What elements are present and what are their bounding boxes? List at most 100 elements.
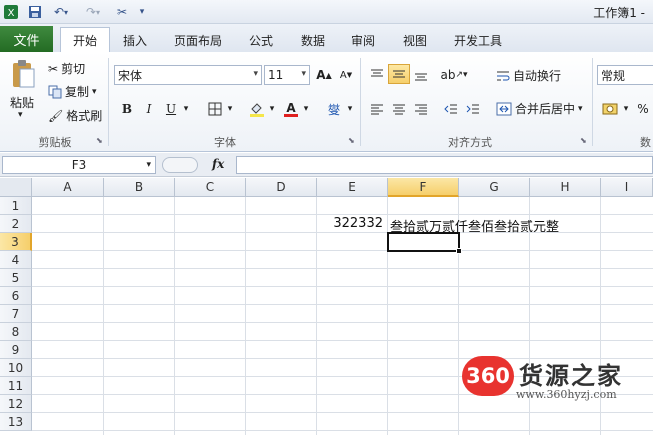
font-color-dropdown-icon[interactable]: ▾ bbox=[300, 99, 312, 119]
align-middle-icon[interactable] bbox=[388, 64, 410, 84]
tools-icon[interactable]: ✂ bbox=[112, 3, 132, 21]
tab-formulas[interactable]: 公式 bbox=[240, 28, 282, 52]
save-icon[interactable] bbox=[26, 3, 44, 21]
number-format-combo[interactable]: 常规 bbox=[597, 65, 653, 85]
align-bottom-icon[interactable] bbox=[410, 65, 432, 85]
row-header-9[interactable]: 9 bbox=[0, 341, 32, 359]
row-header-5[interactable]: 5 bbox=[0, 269, 32, 287]
gridline bbox=[32, 340, 653, 341]
name-box[interactable]: F3 ▾ bbox=[2, 156, 156, 174]
alignment-launcher-icon[interactable]: ⬊ bbox=[580, 136, 587, 145]
scissors-icon: ✂ bbox=[48, 61, 59, 76]
undo-icon[interactable]: ↶ ▾ bbox=[48, 3, 74, 21]
paste-button[interactable]: 粘贴 bbox=[10, 94, 34, 111]
column-header-g[interactable]: G bbox=[459, 178, 530, 197]
selected-cell-f3[interactable] bbox=[387, 232, 462, 254]
clipboard-launcher-icon[interactable]: ⬊ bbox=[96, 136, 103, 145]
align-top-icon[interactable] bbox=[366, 65, 388, 85]
shrink-font-icon[interactable]: A ▼ bbox=[335, 65, 357, 85]
cut-label: 剪切 bbox=[61, 62, 86, 76]
font-size-combo[interactable]: 11 ▾ bbox=[264, 65, 310, 85]
brush-icon: 🖌 bbox=[48, 108, 64, 123]
underline-button[interactable]: U bbox=[160, 99, 182, 119]
redo-icon[interactable]: ↷ ▾ bbox=[80, 3, 106, 21]
column-header-i[interactable]: I bbox=[601, 178, 653, 197]
fill-dropdown-icon[interactable]: ▾ bbox=[266, 99, 278, 119]
align-left-icon[interactable] bbox=[366, 99, 388, 119]
column-header-d[interactable]: D bbox=[246, 178, 317, 197]
customize-icon[interactable]: ▾ bbox=[136, 3, 148, 21]
insert-function-icon[interactable]: fx bbox=[212, 157, 224, 171]
row-header-2[interactable]: 2 bbox=[0, 215, 32, 233]
row-header-11[interactable]: 11 bbox=[0, 377, 32, 395]
underline-dropdown-icon[interactable]: ▾ bbox=[180, 99, 192, 119]
font-name-value: 宋体 bbox=[118, 68, 143, 83]
gridline bbox=[32, 304, 653, 305]
merge-dropdown-icon[interactable]: ▾ bbox=[578, 104, 583, 114]
font-name-combo[interactable]: 宋体 ▾ bbox=[114, 65, 262, 85]
wrap-text-button[interactable]: 自动换行 bbox=[496, 67, 561, 84]
grow-font-icon[interactable]: A ▲ bbox=[313, 65, 335, 85]
align-center-icon[interactable] bbox=[388, 99, 410, 119]
merge-center-button[interactable]: 合并后居中 ▾ bbox=[496, 100, 583, 117]
bold-button[interactable]: B bbox=[116, 99, 138, 119]
copy-dropdown-icon[interactable]: ▾ bbox=[92, 87, 97, 97]
format-painter-button[interactable]: 🖌 格式刷 bbox=[48, 107, 102, 124]
italic-button[interactable]: I bbox=[138, 99, 160, 119]
ribbon: 粘贴 ▾ ✂ 剪切 复制 ▾ 🖌 格式刷 剪贴板 ⬊ 宋体 ▾ 11 ▾ A ▲ … bbox=[0, 52, 653, 152]
decrease-indent-icon[interactable] bbox=[440, 99, 462, 119]
formula-input[interactable] bbox=[236, 156, 653, 174]
row-header-7[interactable]: 7 bbox=[0, 305, 32, 323]
align-right-icon[interactable] bbox=[410, 99, 432, 119]
column-header-c[interactable]: C bbox=[175, 178, 246, 197]
tab-home[interactable]: 开始 bbox=[60, 27, 110, 53]
number-group-label: 数 bbox=[640, 136, 651, 149]
borders-icon[interactable] bbox=[204, 99, 226, 119]
fill-color-icon[interactable] bbox=[246, 99, 268, 119]
borders-dropdown-icon[interactable]: ▾ bbox=[224, 99, 236, 119]
row-header-3[interactable]: 3 bbox=[0, 233, 32, 251]
row-header-13[interactable]: 13 bbox=[0, 413, 32, 431]
column-header-h[interactable]: H bbox=[530, 178, 601, 197]
column-header-e[interactable]: E bbox=[317, 178, 388, 197]
clipboard-group-label: 剪贴板 bbox=[38, 136, 72, 149]
font-size-value: 11 bbox=[268, 68, 284, 82]
row-header-1[interactable]: 1 bbox=[0, 197, 32, 215]
row-header-10[interactable]: 10 bbox=[0, 359, 32, 377]
currency-dropdown-icon[interactable]: ▾ bbox=[620, 99, 632, 119]
percent-button[interactable]: % bbox=[632, 99, 653, 119]
row-header-8[interactable]: 8 bbox=[0, 323, 32, 341]
copy-button[interactable]: 复制 ▾ bbox=[48, 83, 97, 100]
formula-bar-divider bbox=[162, 157, 198, 173]
column-header-b[interactable]: B bbox=[104, 178, 175, 197]
row-header-4[interactable]: 4 bbox=[0, 251, 32, 269]
tab-file[interactable]: 文件 bbox=[0, 26, 53, 52]
title-bar: X ↶ ▾ ↷ ▾ ✂ ▾ 工作簿1 - bbox=[0, 0, 653, 24]
cut-button[interactable]: ✂ 剪切 bbox=[48, 60, 85, 77]
chevron-down-icon: ▾ bbox=[253, 69, 258, 79]
font-color-icon[interactable]: A bbox=[280, 99, 302, 119]
column-header-a[interactable]: A bbox=[32, 178, 104, 197]
phonetic-dropdown-icon[interactable]: ▾ bbox=[344, 99, 356, 119]
tab-data[interactable]: 数据 bbox=[292, 28, 334, 52]
excel-logo-icon: X bbox=[2, 3, 20, 21]
tab-developer[interactable]: 开发工具 bbox=[446, 28, 510, 52]
paste-dropdown-icon[interactable]: ▾ bbox=[18, 110, 23, 120]
paste-icon[interactable] bbox=[8, 58, 38, 92]
increase-indent-icon[interactable] bbox=[462, 99, 484, 119]
fill-handle[interactable] bbox=[456, 248, 462, 254]
tab-page-layout[interactable]: 页面布局 bbox=[166, 28, 230, 52]
select-all-corner[interactable] bbox=[0, 178, 32, 197]
group-divider bbox=[108, 58, 109, 146]
tab-view[interactable]: 视图 bbox=[394, 28, 436, 52]
cell-e2[interactable]: 322332 bbox=[333, 216, 383, 231]
tab-insert[interactable]: 插入 bbox=[114, 28, 156, 52]
row-header-6[interactable]: 6 bbox=[0, 287, 32, 305]
font-launcher-icon[interactable]: ⬊ bbox=[348, 136, 355, 145]
orientation-icon[interactable]: ab ↗▾ bbox=[440, 65, 468, 85]
window-title: 工作簿1 - bbox=[593, 6, 645, 20]
tab-review[interactable]: 审阅 bbox=[342, 28, 384, 52]
phonetic-button[interactable]: 燮 bbox=[322, 99, 346, 119]
column-header-f[interactable]: F bbox=[388, 178, 459, 197]
row-header-12[interactable]: 12 bbox=[0, 395, 32, 413]
